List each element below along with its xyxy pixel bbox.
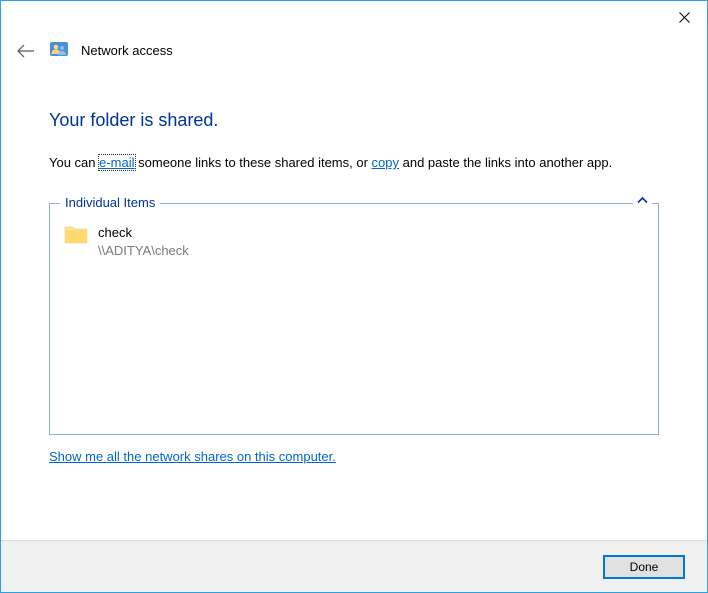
- desc-part-2: someone links to these shared items, or: [135, 155, 372, 170]
- copy-link[interactable]: copy: [372, 155, 399, 170]
- individual-items-group: Individual Items check \\ADITYA\check: [49, 203, 659, 435]
- email-link[interactable]: e-mail: [99, 155, 134, 170]
- desc-part-3: and paste the links into another app.: [399, 155, 612, 170]
- back-button[interactable]: [15, 40, 37, 62]
- wizard-header: Network access: [1, 33, 707, 68]
- show-shares-link[interactable]: Show me all the network shares on this c…: [49, 449, 336, 464]
- shared-item[interactable]: check \\ADITYA\check: [50, 204, 658, 280]
- chevron-up-icon: [637, 195, 648, 206]
- description-text: You can e-mail someone links to these sh…: [49, 153, 659, 173]
- window-title: Network access: [81, 43, 173, 58]
- close-icon: [679, 12, 690, 23]
- item-name: check: [98, 224, 189, 242]
- close-button[interactable]: [661, 1, 707, 33]
- content-area: Your folder is shared. You can e-mail so…: [1, 68, 707, 540]
- item-path: \\ADITYA\check: [98, 242, 189, 260]
- footer: Done: [1, 540, 707, 592]
- app-icon-wrap: [49, 39, 69, 62]
- page-heading: Your folder is shared.: [49, 110, 659, 131]
- collapse-toggle[interactable]: [633, 195, 652, 208]
- network-access-icon: [49, 39, 69, 59]
- back-arrow-icon: [17, 44, 35, 58]
- folder-icon: [64, 224, 88, 244]
- group-title: Individual Items: [60, 195, 160, 210]
- item-text: check \\ADITYA\check: [98, 224, 189, 260]
- desc-part-1: You can: [49, 155, 99, 170]
- done-button[interactable]: Done: [603, 555, 685, 579]
- shares-link-wrap: Show me all the network shares on this c…: [49, 449, 659, 464]
- title-bar: [1, 1, 707, 33]
